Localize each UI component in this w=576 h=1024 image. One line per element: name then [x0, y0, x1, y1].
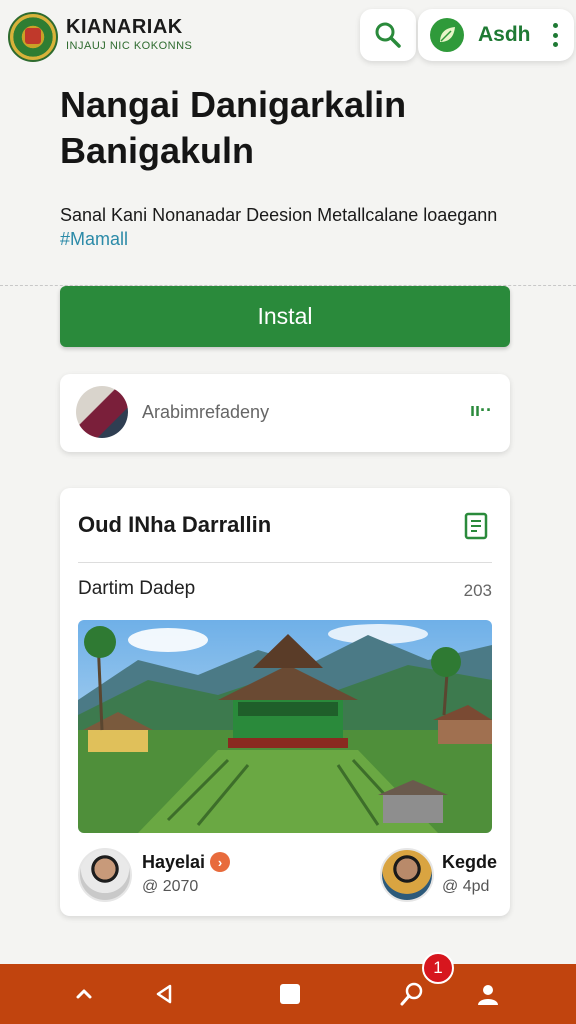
document-icon[interactable] [464, 512, 488, 540]
chevron-up-icon[interactable] [68, 978, 100, 1010]
install-button[interactable]: Instal [60, 286, 510, 347]
profile-icon[interactable] [472, 978, 504, 1010]
notification-badge: 1 [422, 952, 454, 984]
bottom-navigation-bar [0, 964, 576, 1024]
search-button[interactable] [360, 9, 416, 61]
comment-text: Arabimrefadeny [142, 402, 270, 422]
page-description: Sanal Kani Nonanadar Deesion Metallcalan… [60, 203, 530, 251]
post-author[interactable]: Kegde @ 4pd [380, 848, 500, 904]
author-name: Kegde [442, 852, 498, 872]
chevron-right-icon[interactable]: › [210, 852, 230, 872]
post-divider [78, 562, 492, 563]
post-count: 203 [463, 581, 492, 600]
avatar [380, 848, 434, 902]
user-account-button[interactable]: Asdh [418, 9, 574, 61]
brand-subtitle: INJAUJ NIC KOKONNS [66, 40, 193, 52]
brand-logo-seal [8, 12, 58, 62]
more-options-icon[interactable] [552, 23, 558, 47]
post-title: Oud INha Darrallin [78, 512, 272, 537]
author-name: Hayelai [142, 852, 206, 872]
post-image[interactable] [78, 620, 492, 833]
author-meta: @ 2070 [142, 878, 199, 895]
app-header: KIANARIAK INJAUJ NIC KOKONNS Asdh [0, 0, 576, 76]
home-square-icon[interactable] [274, 978, 306, 1010]
search-icon[interactable] [396, 978, 428, 1010]
avatar [76, 386, 128, 438]
back-icon[interactable] [148, 978, 180, 1010]
comment-card[interactable]: Arabimrefadeny ıı·· [60, 374, 510, 452]
description-text: Sanal Kani Nonanadar Deesion Metallcalan… [60, 205, 498, 225]
hashtag-link[interactable]: #Mamall [60, 229, 128, 249]
search-icon [375, 22, 401, 48]
avatar [78, 848, 132, 902]
brand-name: KIANARIAK [66, 16, 183, 38]
post-subtitle: Dartim Dadep [78, 578, 196, 599]
page-title: Nangai Danigarkalin Banigakuln [60, 84, 407, 171]
author-meta: @ 4pd [442, 878, 490, 895]
user-name: Asdh [478, 23, 531, 46]
post-card: Oud INha Darrallin Dartim Dadep 203 Haye… [60, 488, 510, 916]
post-author[interactable]: Hayelai › @ 2070 [78, 848, 278, 904]
audio-action-icon[interactable]: ıı·· [470, 400, 492, 421]
leaf-icon [430, 18, 464, 52]
